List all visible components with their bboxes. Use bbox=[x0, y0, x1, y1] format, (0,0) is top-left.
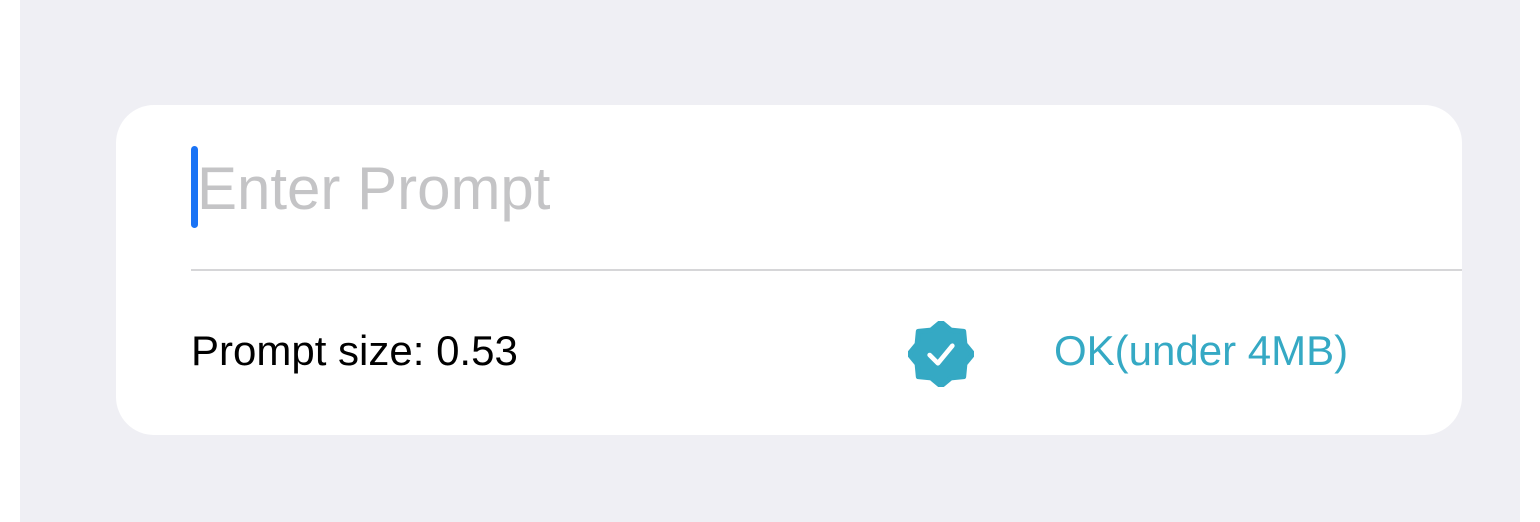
prompt-size-label: Prompt size: 0.53 bbox=[191, 327, 518, 374]
status-label: OK(under 4MB) bbox=[1054, 327, 1349, 374]
prompt-field-row[interactable] bbox=[191, 143, 1431, 233]
screen-background: Prompt size: 0.53 OK(under 4MB) bbox=[20, 0, 1520, 522]
verified-checkmark-badge-icon bbox=[908, 321, 974, 387]
prompt-input[interactable] bbox=[197, 143, 1417, 233]
badge-shape bbox=[908, 321, 974, 387]
prompt-card: Prompt size: 0.53 OK(under 4MB) bbox=[116, 105, 1462, 435]
divider bbox=[191, 269, 1462, 271]
